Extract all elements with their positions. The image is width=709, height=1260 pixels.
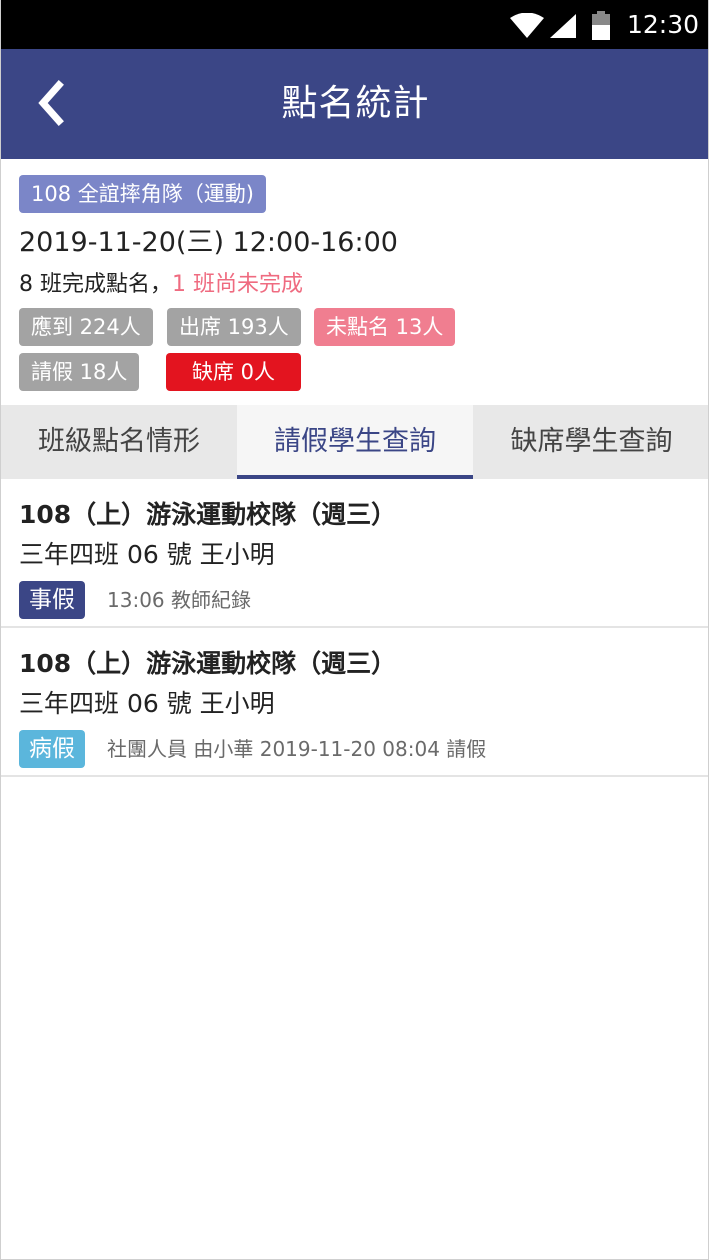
- expected-count-chip: 應到 224人: [19, 308, 153, 346]
- session-datetime: 2019-11-20(三) 12:00-16:00: [19, 227, 398, 258]
- present-count-chip: 出席 193人: [167, 308, 301, 346]
- leave-type-badge: 病假: [19, 730, 85, 768]
- record-note: 13:06 教師紀錄: [107, 588, 251, 612]
- tab-absent-students[interactable]: 缺席學生查詢: [473, 405, 708, 479]
- chevron-left-icon[interactable]: [23, 73, 79, 133]
- page-title: 點名統計: [281, 83, 430, 124]
- tab-bar: 班級點名情形 請假學生查詢 缺席學生查詢: [1, 405, 708, 479]
- completed-text: 8 班完成點名，: [19, 272, 172, 297]
- tab-leave-students[interactable]: 請假學生查詢: [237, 405, 473, 479]
- roll-call-progress: 8 班完成點名，1 班尚未完成: [19, 267, 303, 303]
- app-bar: 點名統計: [1, 49, 708, 159]
- course-name: 108（上）游泳運動校隊（週三）: [19, 500, 397, 529]
- battery-icon: [592, 11, 610, 40]
- student-info: 三年四班 06 號 王小明: [19, 689, 275, 718]
- status-time: 12:30: [627, 10, 700, 39]
- record-note: 社團人員 由小華 2019-11-20 08:04 請假: [107, 737, 487, 761]
- list-item[interactable]: 108（上）游泳運動校隊（週三） 三年四班 06 號 王小明 病假 社團人員 由…: [1, 628, 708, 777]
- app-screen: 12:30 點名統計 108 全誼摔角隊（運動) 2019-11-20(三) 1…: [0, 0, 709, 1260]
- leave-type-badge: 事假: [19, 581, 85, 619]
- leave-record-list: 108（上）游泳運動校隊（週三） 三年四班 06 號 王小明 事假 13:06 …: [1, 479, 708, 777]
- leave-count-chip: 請假 18人: [19, 353, 140, 391]
- team-badge: 108 全誼摔角隊（運動): [19, 175, 266, 213]
- cell-signal-icon: [550, 14, 576, 38]
- course-name: 108（上）游泳運動校隊（週三）: [19, 649, 397, 678]
- status-bar: 12:30: [1, 0, 708, 49]
- tab-class-roll-call[interactable]: 班級點名情形: [1, 405, 237, 479]
- list-item[interactable]: 108（上）游泳運動校隊（週三） 三年四班 06 號 王小明 事假 13:06 …: [1, 479, 708, 628]
- wifi-icon: [510, 13, 544, 38]
- summary-card: 108 全誼摔角隊（運動) 2019-11-20(三) 12:00-16:00 …: [1, 159, 708, 405]
- absent-count-chip: 缺席 0人: [166, 353, 302, 391]
- not-called-count-chip: 未點名 13人: [314, 308, 456, 346]
- student-info: 三年四班 06 號 王小明: [19, 540, 275, 569]
- pending-text: 1 班尚未完成: [172, 272, 303, 297]
